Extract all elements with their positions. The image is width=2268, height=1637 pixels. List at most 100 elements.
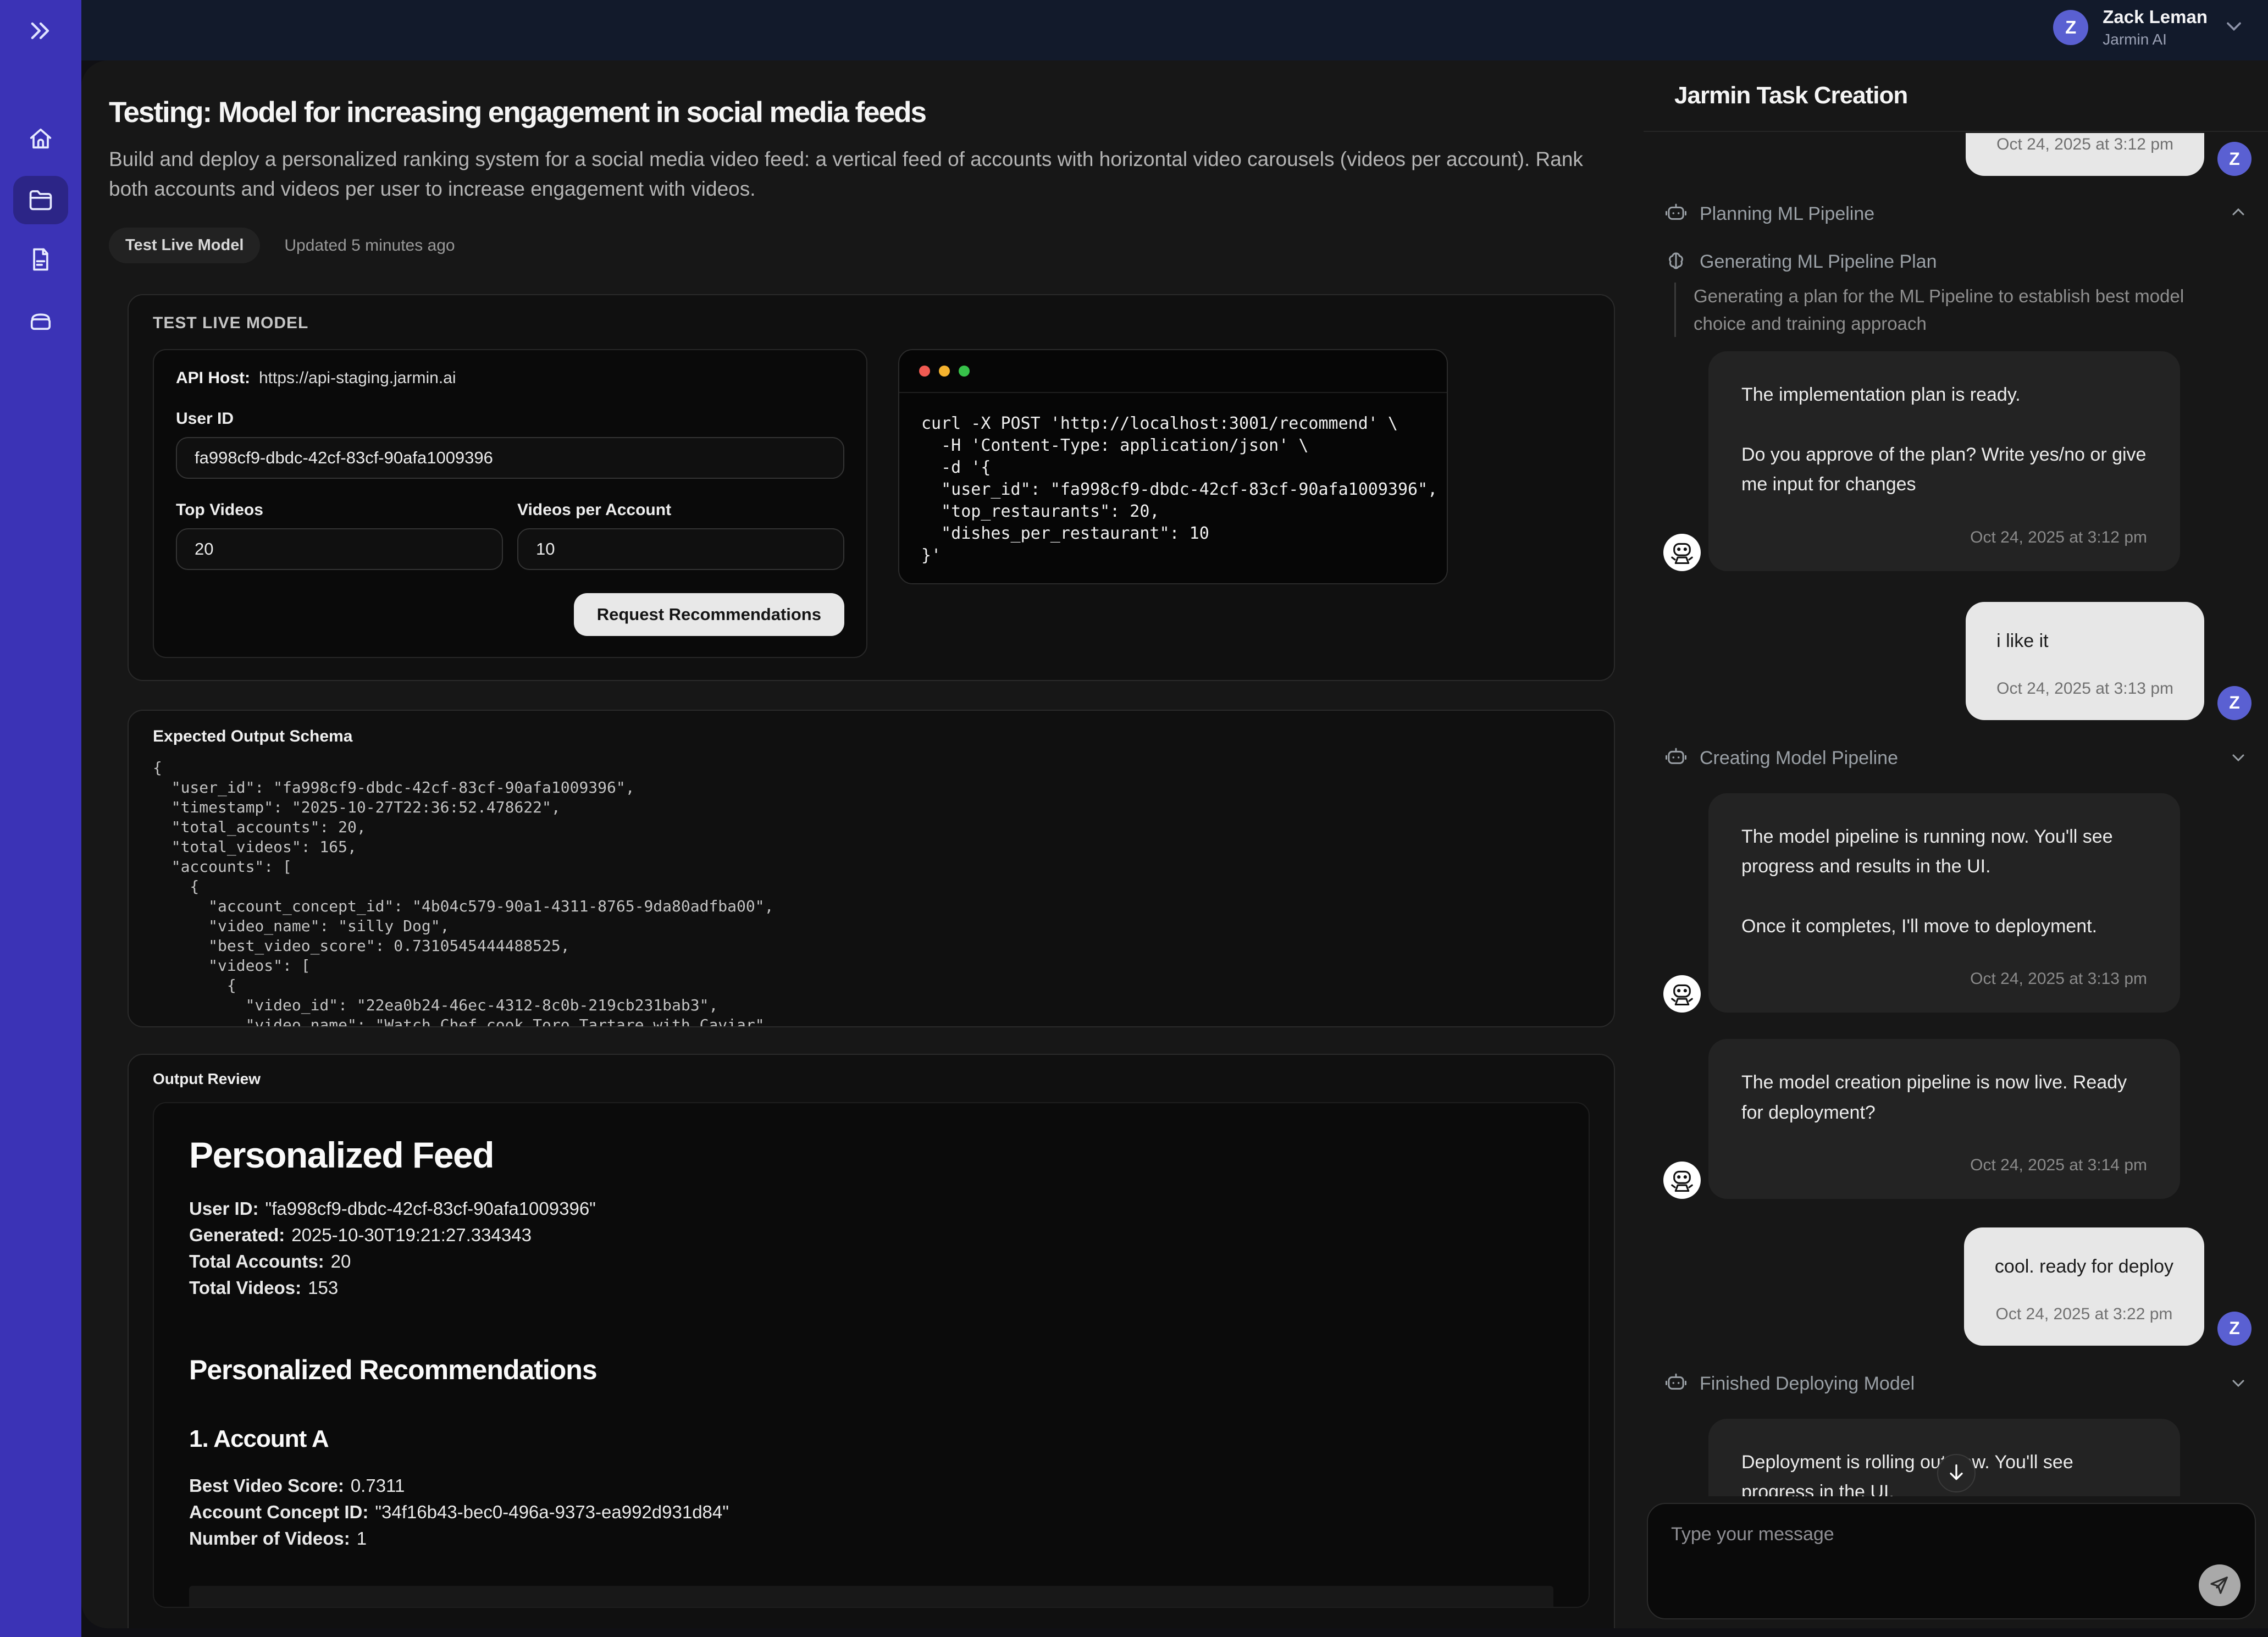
sidebar-expand-icon[interactable] bbox=[26, 15, 55, 46]
chat-message-list[interactable]: Oct 24, 2025 at 3:12 pm Z Planning ML Pi… bbox=[1644, 133, 2268, 1496]
robot-icon bbox=[1664, 201, 1688, 227]
message-text: i like it bbox=[1996, 627, 2173, 655]
top-videos-input[interactable] bbox=[176, 528, 503, 570]
test-live-model-card: TEST LIVE MODEL API Host: https://api-sta… bbox=[128, 294, 1615, 681]
feed-total-accounts-value: 20 bbox=[331, 1251, 351, 1271]
bot-avatar-icon bbox=[1663, 1162, 1701, 1199]
user-message: i like it Oct 24, 2025 at 3:13 pm Z bbox=[1663, 602, 2252, 720]
videos-per-account-input[interactable] bbox=[517, 528, 844, 570]
feed-generated-value: 2025-10-30T19:21:27.334343 bbox=[291, 1225, 532, 1245]
page-title: Testing: Model for increasing engagement… bbox=[109, 96, 1644, 129]
feed-heading: Personalized Feed bbox=[189, 1134, 1553, 1176]
send-icon bbox=[2209, 1574, 2231, 1597]
user-id-input[interactable] bbox=[176, 437, 844, 479]
folder-icon bbox=[26, 185, 55, 216]
recommendations-heading: Personalized Recommendations bbox=[189, 1354, 1553, 1386]
curl-terminal: curl -X POST 'http://localhost:3001/reco… bbox=[898, 349, 1448, 584]
section-planning-ml-pipeline[interactable]: Planning ML Pipeline bbox=[1664, 201, 2248, 227]
bot-avatar-icon bbox=[1663, 975, 1701, 1013]
sidebar-item-documents[interactable] bbox=[13, 236, 68, 285]
section-finished-deploying-model[interactable]: Finished Deploying Model bbox=[1664, 1371, 2248, 1397]
message-text: The implementation plan is ready. Do you… bbox=[1741, 380, 2147, 500]
concept-id-value: "34f16b43-bec0-496a-9373-ea992d931d84" bbox=[375, 1502, 729, 1522]
arrow-down-icon bbox=[1945, 1462, 1967, 1485]
chevron-down-icon[interactable] bbox=[2222, 14, 2246, 41]
message-composer bbox=[1647, 1503, 2256, 1619]
output-review-card: Output Review Personalized Feed User ID:… bbox=[128, 1054, 1615, 1628]
app-canvas: Testing: Model for increasing engagement… bbox=[81, 60, 2268, 1628]
chat-title: Jarmin Task Creation bbox=[1674, 82, 1907, 109]
message-timestamp: Oct 24, 2025 at 3:22 pm bbox=[1995, 1305, 2173, 1324]
user-avatar: Z bbox=[2217, 686, 2252, 720]
concept-id-label: Account Concept ID: bbox=[189, 1502, 368, 1522]
robot-icon bbox=[1664, 1371, 1688, 1397]
user-id-label: User ID bbox=[176, 410, 844, 428]
request-form: API Host: https://api-staging.jarmin.ai U… bbox=[153, 349, 867, 658]
best-score-label: Best Video Score: bbox=[189, 1475, 344, 1496]
videos-table-header: Rank Video Name Score bbox=[189, 1586, 1553, 1608]
brain-icon bbox=[1664, 249, 1688, 275]
send-button[interactable] bbox=[2199, 1564, 2241, 1606]
api-host-value: https://api-staging.jarmin.ai bbox=[259, 369, 456, 387]
message-timestamp: Oct 24, 2025 at 3:14 pm bbox=[1741, 1156, 2147, 1175]
message-timestamp: Oct 24, 2025 at 3:13 pm bbox=[1741, 970, 2147, 988]
request-recommendations-button[interactable]: Request Recommendations bbox=[574, 593, 844, 636]
user-subtitle: Jarmin AI bbox=[2103, 31, 2208, 48]
feed-generated-label: Generated: bbox=[189, 1225, 285, 1245]
best-score-value: 0.7311 bbox=[351, 1475, 405, 1496]
bot-avatar-icon bbox=[1663, 534, 1701, 571]
schema-title: Expected Output Schema bbox=[153, 727, 1590, 746]
schema-json: { "user_id": "fa998cf9-dbdc-42cf-83cf-90… bbox=[153, 758, 1590, 1027]
top-videos-label: Top Videos bbox=[176, 501, 503, 519]
user-name: Zack Leman bbox=[2103, 7, 2208, 27]
api-host-label: API Host: bbox=[176, 369, 250, 387]
user-message-cropped: Oct 24, 2025 at 3:12 pm Z bbox=[1663, 133, 2252, 176]
user-avatar: Z bbox=[2217, 1312, 2252, 1346]
feed-total-accounts-label: Total Accounts: bbox=[189, 1251, 324, 1271]
curl-command: curl -X POST 'http://localhost:3001/reco… bbox=[899, 393, 1447, 583]
user-message: cool. ready for deploy Oct 24, 2025 at 3… bbox=[1663, 1227, 2252, 1346]
scroll-to-bottom-button[interactable] bbox=[1937, 1454, 1976, 1492]
chat-header: Jarmin Task Creation bbox=[1644, 60, 2268, 132]
chevron-up-icon[interactable] bbox=[2228, 203, 2248, 225]
section-creating-model-pipeline[interactable]: Creating Model Pipeline bbox=[1664, 745, 2248, 771]
sidebar bbox=[0, 0, 81, 1637]
sidebar-item-home[interactable] bbox=[13, 115, 68, 164]
user-menu[interactable]: Z Zack Leman Jarmin AI bbox=[2053, 7, 2246, 48]
chevron-down-icon[interactable] bbox=[2228, 1373, 2248, 1395]
bot-message: The model pipeline is running now. You'l… bbox=[1663, 793, 2252, 1013]
terminal-minimize-dot bbox=[939, 366, 950, 377]
videos-per-account-label: Videos per Account bbox=[517, 501, 844, 519]
terminal-expand-dot bbox=[959, 366, 970, 377]
robot-icon bbox=[1664, 745, 1688, 771]
message-text: The model pipeline is running now. You'l… bbox=[1741, 822, 2147, 942]
file-icon bbox=[26, 245, 55, 276]
num-videos-value: 1 bbox=[357, 1528, 367, 1548]
user-avatar: Z bbox=[2217, 142, 2252, 176]
test-live-model-header: TEST LIVE MODEL bbox=[153, 314, 1590, 333]
bot-message: The model creation pipeline is now live.… bbox=[1663, 1039, 2252, 1199]
message-input[interactable] bbox=[1671, 1524, 2232, 1599]
main-content: Testing: Model for increasing engagement… bbox=[81, 60, 1644, 1628]
home-icon bbox=[26, 124, 55, 156]
output-review-label: Output Review bbox=[153, 1070, 1590, 1088]
feed-user-id-label: User ID: bbox=[189, 1198, 259, 1219]
message-timestamp: Oct 24, 2025 at 3:12 pm bbox=[1996, 135, 2173, 154]
chevron-down-icon[interactable] bbox=[2228, 747, 2248, 770]
terminal-close-dot bbox=[919, 366, 930, 377]
sidebar-item-archive[interactable] bbox=[13, 297, 68, 345]
archive-icon bbox=[26, 306, 55, 337]
output-document: Personalized Feed User ID:"fa998cf9-dbdc… bbox=[153, 1102, 1590, 1608]
step-description: Generating a plan for the ML Pipeline to… bbox=[1674, 283, 2202, 337]
avatar[interactable]: Z bbox=[2053, 10, 2088, 45]
sidebar-item-projects[interactable] bbox=[13, 176, 68, 224]
expected-output-schema-card: Expected Output Schema { "user_id": "fa9… bbox=[128, 710, 1615, 1027]
account-heading: 1. Account A bbox=[189, 1425, 1553, 1453]
step-generating-plan: Generating ML Pipeline Plan Generating a… bbox=[1664, 249, 2252, 337]
page-subtitle: Build and deploy a personalized ranking … bbox=[109, 145, 1593, 203]
top-bar: Z Zack Leman Jarmin AI bbox=[0, 0, 2268, 60]
message-timestamp: Oct 24, 2025 at 3:12 pm bbox=[1741, 528, 2147, 547]
bot-message: The implementation plan is ready. Do you… bbox=[1663, 351, 2252, 571]
feed-total-videos-value: 153 bbox=[308, 1277, 338, 1298]
chat-panel: Jarmin Task Creation Oct 24, 2025 at 3:1… bbox=[1644, 60, 2268, 1628]
